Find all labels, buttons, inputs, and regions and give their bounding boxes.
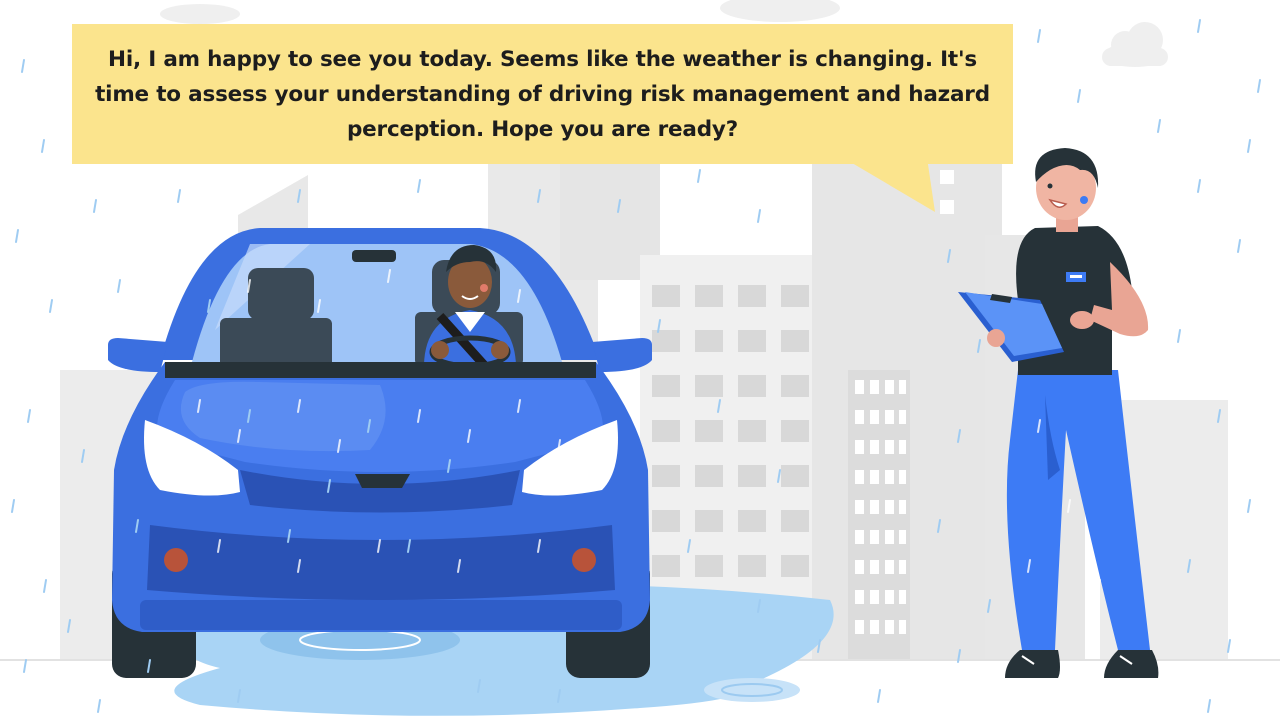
slide-stage: Hi, I am happy to see you today. Seems l… — [0, 0, 1280, 720]
car — [108, 228, 652, 678]
speech-bubble: Hi, I am happy to see you today. Seems l… — [72, 24, 1013, 164]
speech-text: Hi, I am happy to see you today. Seems l… — [95, 46, 990, 142]
